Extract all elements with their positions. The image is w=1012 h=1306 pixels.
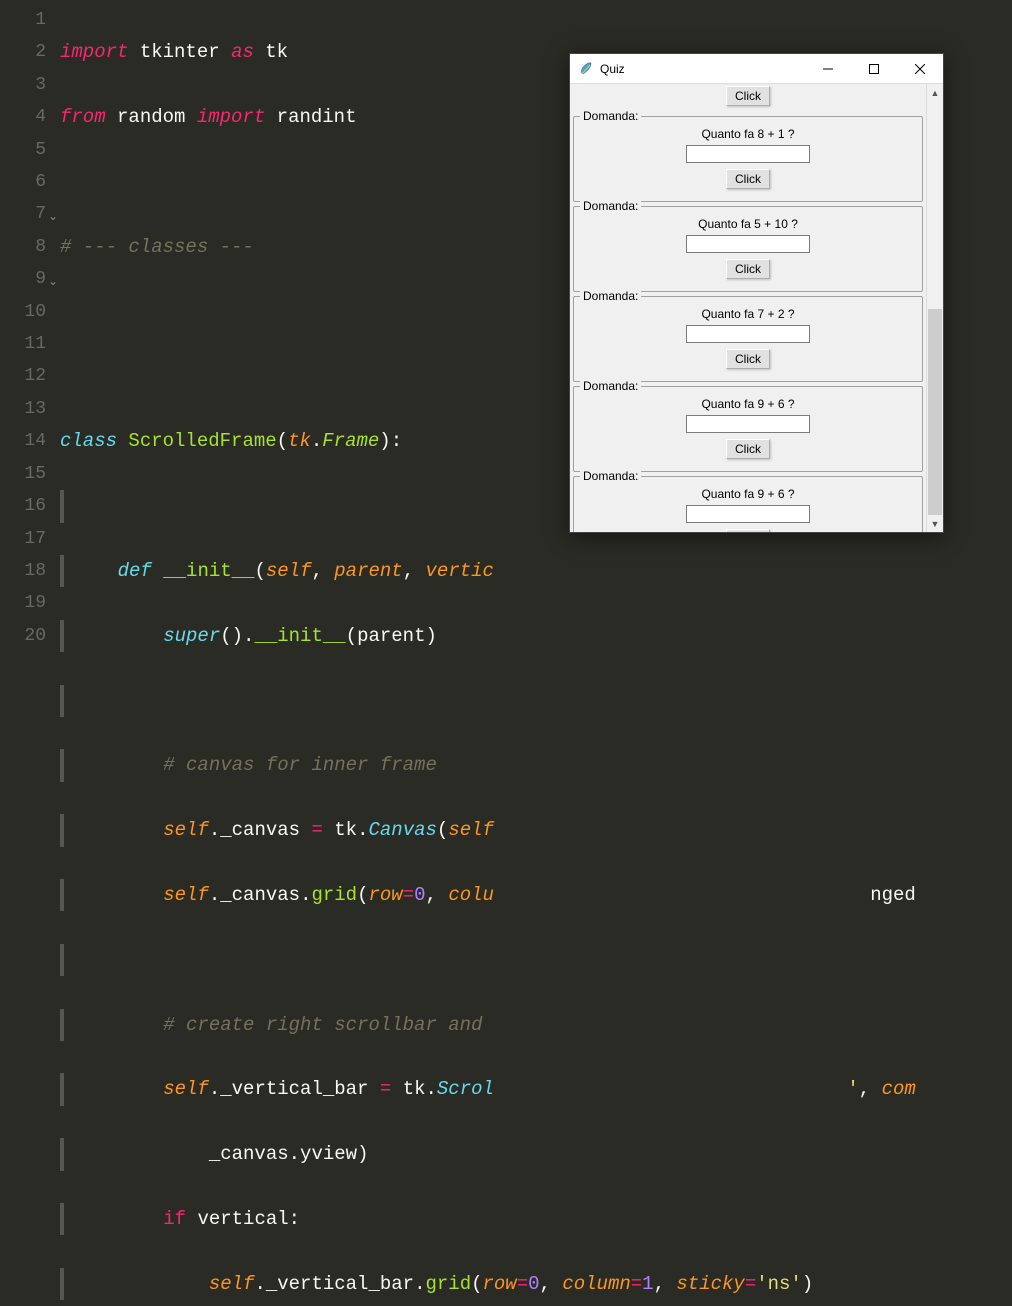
- maximize-button[interactable]: [851, 54, 897, 83]
- click-button[interactable]: Click: [726, 259, 770, 279]
- code-line: self._vertical_bar.grid(row=0, column=1,…: [60, 1268, 1012, 1300]
- line-number: 13: [0, 393, 60, 425]
- tk-quiz-window: Quiz Click Domanda: Quanto fa 8 + 1 ? Cl…: [569, 53, 944, 533]
- line-number: 6: [0, 166, 60, 198]
- line-number: 4: [0, 101, 60, 133]
- code-line: if vertical:: [60, 1203, 1012, 1235]
- group-legend: Domanda:: [580, 469, 641, 483]
- question-group: Domanda: Quanto fa 5 + 10 ? Click: [573, 206, 923, 292]
- line-number: 14: [0, 425, 60, 457]
- line-number: 18: [0, 555, 60, 587]
- code-line: def __init__(self, parent, vertic: [60, 555, 1012, 587]
- line-number: 1: [0, 4, 60, 36]
- line-number: 3: [0, 69, 60, 101]
- scroll-down-icon[interactable]: ▼: [927, 515, 943, 532]
- answer-input[interactable]: [686, 415, 810, 433]
- group-legend: Domanda:: [580, 199, 641, 213]
- tk-feather-icon: [578, 61, 594, 77]
- line-number: 16: [0, 490, 60, 522]
- window-titlebar[interactable]: Quiz: [570, 54, 943, 84]
- question-group: Domanda: Quanto fa 8 + 1 ? Click: [573, 116, 923, 202]
- scroll-thumb[interactable]: [928, 309, 942, 515]
- code-line: # canvas for inner frame: [60, 749, 1012, 781]
- question-group: Domanda: Quanto fa 7 + 2 ? Click: [573, 296, 923, 382]
- line-number: 17: [0, 523, 60, 555]
- line-number: 2: [0, 36, 60, 68]
- code-line: # create right scrollbar and: [60, 1009, 1012, 1041]
- line-number: 9⌄: [0, 263, 60, 295]
- group-legend: Domanda:: [580, 289, 641, 303]
- line-gutter: 1 2 3 4 5 6 7⌄ 8 9⌄ 10 11 12 13 14 15 16…: [0, 0, 60, 653]
- group-legend: Domanda:: [580, 109, 641, 123]
- question-group: Domanda: Quanto fa 9 + 6 ? Click: [573, 476, 923, 532]
- quiz-scroll-area: Click Domanda: Quanto fa 8 + 1 ? Click D…: [570, 84, 926, 532]
- line-number: 19: [0, 587, 60, 619]
- code-line: self._canvas.grid(row=0, colu nged: [60, 879, 1012, 911]
- line-number: 7⌄: [0, 198, 60, 230]
- close-button[interactable]: [897, 54, 943, 83]
- code-line: super().__init__(parent): [60, 620, 1012, 652]
- question-text: Quanto fa 5 + 10 ?: [580, 217, 916, 231]
- group-legend: Domanda:: [580, 379, 641, 393]
- window-title: Quiz: [600, 62, 805, 76]
- line-number: 20: [0, 620, 60, 652]
- answer-input[interactable]: [686, 325, 810, 343]
- answer-input[interactable]: [686, 235, 810, 253]
- code-line: self._canvas = tk.Canvas(self: [60, 814, 1012, 846]
- line-number: 11: [0, 328, 60, 360]
- code-line: self._vertical_bar = tk.Scrol ', com: [60, 1073, 1012, 1105]
- click-button[interactable]: Click: [726, 349, 770, 369]
- fold-icon[interactable]: ⌄: [48, 266, 58, 298]
- line-number: 8: [0, 231, 60, 263]
- answer-input[interactable]: [686, 505, 810, 523]
- click-button[interactable]: Click: [726, 529, 770, 532]
- fold-icon[interactable]: ⌄: [48, 201, 58, 233]
- scrollbar[interactable]: ▲ ▼: [926, 84, 943, 532]
- scroll-up-icon[interactable]: ▲: [927, 84, 943, 101]
- code-line: _canvas.yview): [60, 1138, 1012, 1170]
- minimize-button[interactable]: [805, 54, 851, 83]
- click-button[interactable]: Click: [726, 169, 770, 189]
- answer-input[interactable]: [686, 145, 810, 163]
- click-button[interactable]: Click: [726, 86, 770, 106]
- line-number: 10: [0, 296, 60, 328]
- question-text: Quanto fa 7 + 2 ?: [580, 307, 916, 321]
- line-number: 15: [0, 458, 60, 490]
- line-number: 5: [0, 134, 60, 166]
- code-line: [60, 685, 1012, 717]
- question-text: Quanto fa 9 + 6 ?: [580, 397, 916, 411]
- question-group: Domanda: Quanto fa 9 + 6 ? Click: [573, 386, 923, 472]
- question-text: Quanto fa 9 + 6 ?: [580, 487, 916, 501]
- click-button[interactable]: Click: [726, 439, 770, 459]
- code-line: [60, 944, 1012, 976]
- question-text: Quanto fa 8 + 1 ?: [580, 127, 916, 141]
- line-number: 12: [0, 360, 60, 392]
